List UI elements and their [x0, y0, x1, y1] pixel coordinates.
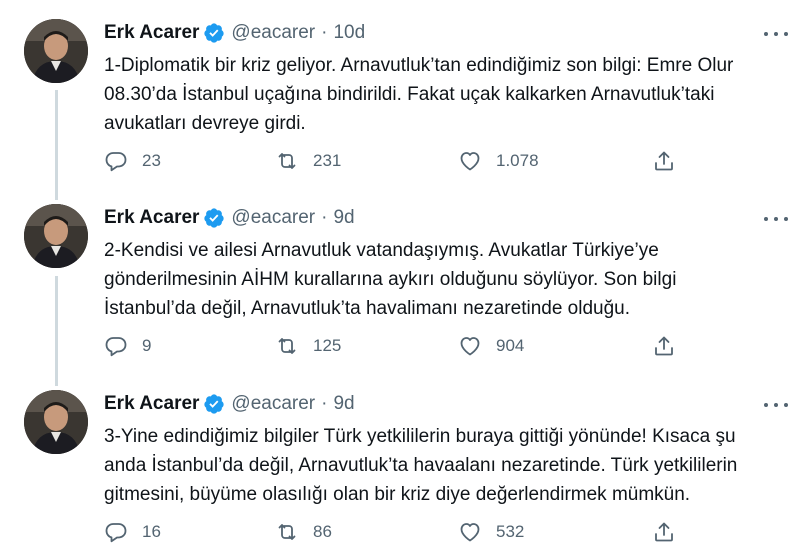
like-icon: [460, 523, 480, 542]
tweet[interactable]: Erk Acarer @eacarer · 9d 3-Yine edindiği…: [0, 371, 810, 556]
like-icon: [460, 152, 480, 171]
reply-count: 9: [142, 336, 152, 355]
avatar[interactable]: [24, 390, 88, 454]
tweet-timestamp[interactable]: 10d: [333, 22, 365, 44]
tweet-thread: Erk Acarer @eacarer · 10d 1-Diplomatik b…: [0, 0, 810, 556]
verified-badge-icon: [203, 22, 225, 44]
reply-button[interactable]: 9: [104, 333, 151, 359]
author-handle[interactable]: @eacarer: [231, 393, 315, 415]
share-icon: [655, 522, 673, 542]
tweet[interactable]: Erk Acarer @eacarer · 10d 1-Diplomatik b…: [0, 0, 810, 185]
retweet-button[interactable]: 125: [275, 333, 341, 359]
like-count: 1.078: [496, 151, 539, 170]
retweet-count: 125: [313, 336, 342, 355]
tweet-timestamp[interactable]: 9d: [333, 207, 354, 229]
tweet-header: Erk Acarer @eacarer · 10d: [104, 20, 365, 46]
retweet-icon: [278, 153, 296, 169]
retweet-icon: [278, 524, 296, 540]
like-button[interactable]: 532: [458, 519, 524, 545]
share-button[interactable]: [652, 148, 676, 174]
separator-dot: ·: [321, 207, 328, 228]
like-button[interactable]: 1.078: [458, 148, 539, 174]
author-handle[interactable]: @eacarer: [231, 22, 315, 44]
separator-dot: ·: [321, 22, 328, 43]
like-count: 904: [496, 336, 525, 355]
reply-icon: [105, 337, 127, 357]
tweet-text: 3-Yine edindiğimiz bilgiler Türk yetkili…: [104, 426, 738, 505]
retweet-count: 86: [313, 522, 332, 541]
tweet[interactable]: Erk Acarer @eacarer · 9d 2-Kendisi ve ai…: [0, 185, 810, 371]
share-icon: [655, 336, 673, 356]
retweet-button[interactable]: 86: [275, 519, 332, 545]
share-button[interactable]: [652, 519, 676, 545]
avatar[interactable]: [24, 204, 88, 268]
share-icon: [655, 151, 673, 171]
like-icon: [460, 337, 480, 356]
reply-icon: [105, 523, 127, 543]
tweet-timestamp[interactable]: 9d: [333, 393, 354, 415]
author-handle[interactable]: @eacarer: [231, 207, 315, 229]
more-options-icon[interactable]: [764, 24, 788, 44]
like-count: 532: [496, 522, 525, 541]
retweet-button[interactable]: 231: [275, 148, 341, 174]
author-name[interactable]: Erk Acarer: [104, 22, 199, 44]
more-options-icon[interactable]: [764, 209, 788, 229]
tweet-actions: 16 86 532: [104, 519, 704, 545]
reply-button[interactable]: 16: [104, 519, 161, 545]
tweet-header: Erk Acarer @eacarer · 9d: [104, 205, 355, 231]
tweet-text: 2-Kendisi ve ailesi Arnavutluk vatandaşı…: [104, 240, 677, 319]
tweet-text: 1-Diplomatik bir kriz geliyor. Arnavutlu…: [104, 55, 734, 134]
retweet-icon: [278, 338, 296, 354]
tweet-actions: 23 231 1.078: [104, 148, 704, 174]
reply-count: 16: [142, 522, 161, 541]
tweet-header: Erk Acarer @eacarer · 9d: [104, 391, 355, 417]
reply-count: 23: [142, 151, 161, 170]
like-button[interactable]: 904: [458, 333, 524, 359]
more-options-icon[interactable]: [764, 395, 788, 415]
author-name[interactable]: Erk Acarer: [104, 207, 199, 229]
separator-dot: ·: [321, 393, 328, 414]
share-button[interactable]: [652, 333, 676, 359]
author-name[interactable]: Erk Acarer: [104, 393, 199, 415]
tweet-actions: 9 125 904: [104, 333, 704, 359]
verified-badge-icon: [203, 393, 225, 415]
avatar[interactable]: [24, 19, 88, 83]
retweet-count: 231: [313, 151, 342, 170]
verified-badge-icon: [203, 207, 225, 229]
reply-icon: [105, 152, 127, 172]
reply-button[interactable]: 23: [104, 148, 161, 174]
